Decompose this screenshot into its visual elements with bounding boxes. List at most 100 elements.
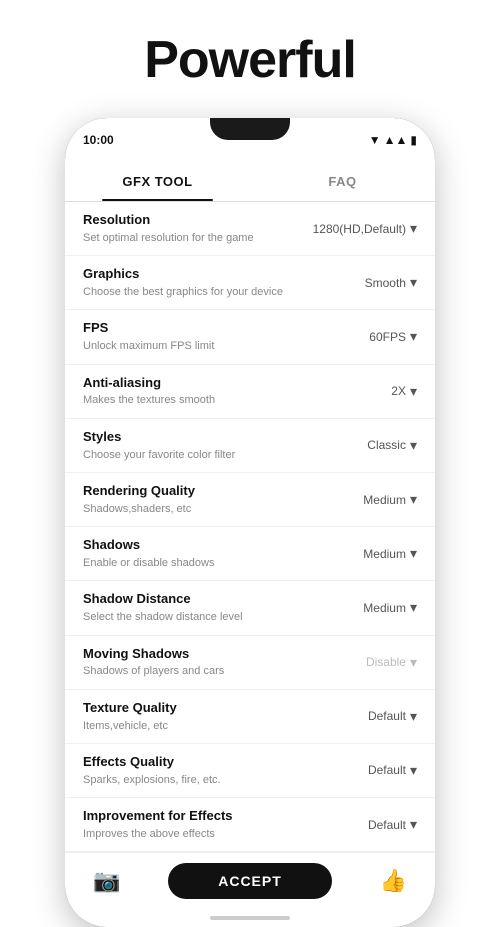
- status-bar: 10:00 ▼ ▲▲ ▮: [65, 118, 435, 162]
- setting-label-graphics: Graphics: [83, 266, 355, 283]
- setting-value-rendering-quality: Medium: [363, 493, 406, 507]
- setting-left-anti-aliasing: Anti-aliasing Makes the textures smooth: [83, 375, 391, 408]
- setting-desc-styles: Choose your favorite color filter: [83, 448, 357, 462]
- setting-row-shadow-distance[interactable]: Shadow Distance Select the shadow distan…: [65, 581, 435, 635]
- setting-right-resolution: 1280(HD,Default) ▾: [313, 220, 417, 237]
- setting-value-improvement-effects: Default: [368, 818, 406, 832]
- dropdown-arrow-effects-quality[interactable]: ▾: [410, 762, 417, 779]
- dropdown-arrow-improvement-effects[interactable]: ▾: [410, 816, 417, 833]
- like-icon[interactable]: 👍: [380, 868, 407, 894]
- setting-right-texture-quality: Default ▾: [368, 708, 417, 725]
- setting-desc-shadows: Enable or disable shadows: [83, 556, 353, 570]
- status-icons: ▼ ▲▲ ▮: [369, 133, 417, 147]
- setting-label-shadows: Shadows: [83, 537, 353, 554]
- setting-value-fps: 60FPS: [369, 330, 406, 344]
- setting-row-styles[interactable]: Styles Choose your favorite color filter…: [65, 419, 435, 473]
- setting-left-shadows: Shadows Enable or disable shadows: [83, 537, 363, 570]
- setting-value-effects-quality: Default: [368, 763, 406, 777]
- setting-right-styles: Classic ▾: [367, 437, 417, 454]
- setting-right-rendering-quality: Medium ▾: [363, 491, 417, 508]
- setting-desc-effects-quality: Sparks, explosions, fire, etc.: [83, 773, 358, 787]
- setting-row-effects-quality[interactable]: Effects Quality Sparks, explosions, fire…: [65, 744, 435, 798]
- setting-desc-resolution: Set optimal resolution for the game: [83, 231, 303, 245]
- setting-value-shadow-distance: Medium: [363, 601, 406, 615]
- dropdown-arrow-styles[interactable]: ▾: [410, 437, 417, 454]
- setting-right-improvement-effects: Default ▾: [368, 816, 417, 833]
- setting-value-styles: Classic: [367, 438, 406, 452]
- setting-left-effects-quality: Effects Quality Sparks, explosions, fire…: [83, 754, 368, 787]
- setting-label-effects-quality: Effects Quality: [83, 754, 358, 771]
- dropdown-arrow-shadow-distance[interactable]: ▾: [410, 599, 417, 616]
- accept-button[interactable]: ACCEPT: [168, 863, 332, 899]
- settings-list: Resolution Set optimal resolution for th…: [65, 202, 435, 852]
- setting-value-resolution: 1280(HD,Default): [313, 222, 406, 236]
- page-title: Powerful: [144, 30, 356, 90]
- setting-row-fps[interactable]: FPS Unlock maximum FPS limit 60FPS ▾: [65, 310, 435, 364]
- tabs: GFX TOOL FAQ: [65, 162, 435, 202]
- setting-left-styles: Styles Choose your favorite color filter: [83, 429, 367, 462]
- dropdown-arrow-fps[interactable]: ▾: [410, 328, 417, 345]
- setting-right-effects-quality: Default ▾: [368, 762, 417, 779]
- setting-row-rendering-quality[interactable]: Rendering Quality Shadows,shaders, etc M…: [65, 473, 435, 527]
- setting-value-shadows: Medium: [363, 547, 406, 561]
- setting-label-resolution: Resolution: [83, 212, 303, 229]
- page-wrapper: Powerful 10:00 ▼ ▲▲ ▮ GFX TOOL FAQ: [0, 0, 500, 927]
- setting-value-texture-quality: Default: [368, 709, 406, 723]
- setting-left-moving-shadows: Moving Shadows Shadows of players and ca…: [83, 646, 366, 679]
- setting-left-rendering-quality: Rendering Quality Shadows,shaders, etc: [83, 483, 363, 516]
- setting-left-resolution: Resolution Set optimal resolution for th…: [83, 212, 313, 245]
- setting-label-styles: Styles: [83, 429, 357, 446]
- setting-left-improvement-effects: Improvement for Effects Improves the abo…: [83, 808, 368, 841]
- setting-row-improvement-effects[interactable]: Improvement for Effects Improves the abo…: [65, 798, 435, 852]
- setting-value-anti-aliasing: 2X: [391, 384, 406, 398]
- setting-desc-anti-aliasing: Makes the textures smooth: [83, 393, 381, 407]
- setting-right-anti-aliasing: 2X ▾: [391, 383, 417, 400]
- signal-icon: ▲▲: [384, 133, 408, 147]
- setting-left-graphics: Graphics Choose the best graphics for yo…: [83, 266, 365, 299]
- setting-desc-fps: Unlock maximum FPS limit: [83, 339, 359, 353]
- battery-icon: ▮: [410, 133, 417, 147]
- phone-bottom-edge: [65, 909, 435, 927]
- status-time: 10:00: [83, 133, 114, 147]
- setting-row-graphics[interactable]: Graphics Choose the best graphics for yo…: [65, 256, 435, 310]
- notch: [210, 118, 290, 140]
- setting-label-texture-quality: Texture Quality: [83, 700, 358, 717]
- setting-label-anti-aliasing: Anti-aliasing: [83, 375, 381, 392]
- dropdown-arrow-texture-quality[interactable]: ▾: [410, 708, 417, 725]
- setting-value-graphics: Smooth: [365, 276, 406, 290]
- setting-desc-improvement-effects: Improves the above effects: [83, 827, 358, 841]
- dropdown-arrow-anti-aliasing[interactable]: ▾: [410, 383, 417, 400]
- setting-row-shadows[interactable]: Shadows Enable or disable shadows Medium…: [65, 527, 435, 581]
- setting-value-moving-shadows: Disable: [366, 655, 406, 669]
- setting-label-improvement-effects: Improvement for Effects: [83, 808, 358, 825]
- setting-label-rendering-quality: Rendering Quality: [83, 483, 353, 500]
- tab-gfx-tool[interactable]: GFX TOOL: [65, 162, 250, 201]
- setting-row-texture-quality[interactable]: Texture Quality Items,vehicle, etc Defau…: [65, 690, 435, 744]
- setting-label-shadow-distance: Shadow Distance: [83, 591, 353, 608]
- setting-right-graphics: Smooth ▾: [365, 274, 417, 291]
- setting-right-shadow-distance: Medium ▾: [363, 599, 417, 616]
- setting-desc-rendering-quality: Shadows,shaders, etc: [83, 502, 353, 516]
- setting-row-resolution[interactable]: Resolution Set optimal resolution for th…: [65, 202, 435, 256]
- setting-right-fps: 60FPS ▾: [369, 328, 417, 345]
- tab-faq[interactable]: FAQ: [250, 162, 435, 201]
- setting-desc-moving-shadows: Shadows of players and cars: [83, 664, 356, 678]
- dropdown-arrow-resolution[interactable]: ▾: [410, 220, 417, 237]
- home-indicator: [210, 916, 290, 920]
- dropdown-arrow-rendering-quality[interactable]: ▾: [410, 491, 417, 508]
- setting-label-fps: FPS: [83, 320, 359, 337]
- setting-left-shadow-distance: Shadow Distance Select the shadow distan…: [83, 591, 363, 624]
- setting-desc-graphics: Choose the best graphics for your device: [83, 285, 355, 299]
- setting-row-moving-shadows[interactable]: Moving Shadows Shadows of players and ca…: [65, 636, 435, 690]
- setting-label-moving-shadows: Moving Shadows: [83, 646, 356, 663]
- setting-right-shadows: Medium ▾: [363, 545, 417, 562]
- instagram-icon[interactable]: 📷: [93, 868, 120, 894]
- setting-row-anti-aliasing[interactable]: Anti-aliasing Makes the textures smooth …: [65, 365, 435, 419]
- dropdown-arrow-moving-shadows[interactable]: ▾: [410, 654, 417, 671]
- dropdown-arrow-shadows[interactable]: ▾: [410, 545, 417, 562]
- setting-left-fps: FPS Unlock maximum FPS limit: [83, 320, 369, 353]
- phone-screen: GFX TOOL FAQ Resolution Set optimal reso…: [65, 162, 435, 852]
- setting-desc-texture-quality: Items,vehicle, etc: [83, 719, 358, 733]
- setting-left-texture-quality: Texture Quality Items,vehicle, etc: [83, 700, 368, 733]
- dropdown-arrow-graphics[interactable]: ▾: [410, 274, 417, 291]
